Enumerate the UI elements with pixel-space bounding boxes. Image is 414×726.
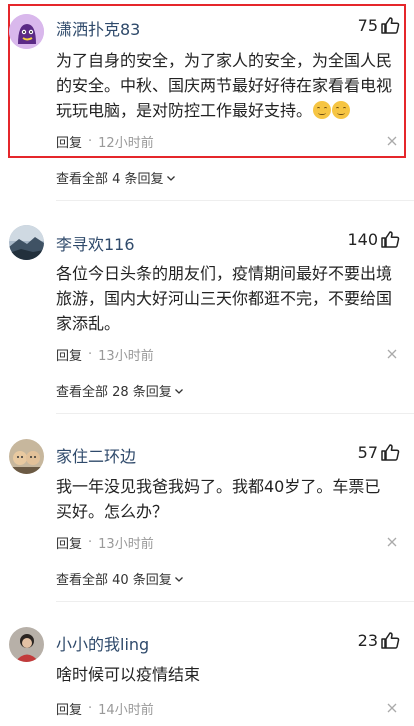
comment-text: 我一年没见我爸我妈了。我都40岁了。车票已买好。怎么办？ xyxy=(56,477,381,521)
like-button[interactable]: 140 xyxy=(347,229,400,249)
timestamp: 13小时前 xyxy=(98,349,154,364)
avatar[interactable] xyxy=(9,439,44,474)
separator-dot: · xyxy=(88,701,93,716)
view-all-label: 查看全部 40 条回复 xyxy=(56,573,172,588)
view-all-replies[interactable]: 查看全部 40 条回复 xyxy=(56,569,184,588)
like-button[interactable]: 75 xyxy=(358,15,400,35)
thumbs-up-icon xyxy=(381,444,400,461)
username[interactable]: 家住二环边 xyxy=(56,443,136,467)
view-all-label: 查看全部 4 条回复 xyxy=(56,172,164,187)
divider xyxy=(56,601,414,602)
username[interactable]: 潇洒扑克83 xyxy=(56,16,140,40)
chevron-down-icon xyxy=(166,175,175,181)
timestamp: 12小时前 xyxy=(98,136,154,151)
avatar[interactable] xyxy=(9,627,44,662)
reply-button[interactable]: 回复 xyxy=(56,533,82,552)
username[interactable]: 小小的我ling xyxy=(56,631,149,655)
avatar[interactable] xyxy=(9,14,44,49)
comment-text: 啥时候可以疫情结束 xyxy=(56,665,201,684)
comment-text: 各位今日头条的朋友们，疫情期间最好不要出境旅游，国内大好河山三天你都逛不完，不要… xyxy=(56,264,393,333)
close-icon[interactable] xyxy=(386,348,398,360)
like-count: 23 xyxy=(357,630,378,650)
smile-emoji-icon xyxy=(332,101,351,119)
avatar-cartoon-icon xyxy=(9,14,44,49)
chevron-down-icon xyxy=(174,576,183,582)
close-icon[interactable] xyxy=(386,135,398,147)
separator-dot: · xyxy=(88,347,93,362)
avatar-landscape-icon xyxy=(9,225,44,260)
avatar[interactable] xyxy=(9,225,44,260)
comment-text: 为了自身的安全，为了家人的安全，为全国人民的安全。中秋、国庆两节最好好待在家看看… xyxy=(56,48,396,123)
comment-meta: 回复 · 12小时前 xyxy=(56,132,154,151)
like-count: 75 xyxy=(357,15,378,35)
view-all-replies[interactable]: 查看全部 28 条回复 xyxy=(56,381,184,400)
comment-meta: 回复 · 13小时前 xyxy=(56,345,154,364)
thumbs-up-icon xyxy=(381,17,400,34)
view-all-label: 查看全部 28 条回复 xyxy=(56,385,172,400)
timestamp: 14小时前 xyxy=(98,703,154,718)
like-button[interactable]: 23 xyxy=(358,630,400,650)
close-icon[interactable] xyxy=(386,536,398,548)
thumbs-up-icon xyxy=(381,231,400,248)
reply-button[interactable]: 回复 xyxy=(56,132,82,151)
reply-button[interactable]: 回复 xyxy=(56,699,82,718)
chevron-down-icon xyxy=(174,388,183,394)
comment-meta: 回复 · 13小时前 xyxy=(56,533,154,552)
username[interactable]: 李寻欢116 xyxy=(56,231,135,255)
like-count: 57 xyxy=(357,442,378,462)
avatar-photo-icon xyxy=(9,627,44,662)
reply-button[interactable]: 回复 xyxy=(56,345,82,364)
divider xyxy=(56,413,414,414)
close-icon[interactable] xyxy=(386,702,398,714)
comment-meta: 回复 · 14小时前 xyxy=(56,699,154,718)
like-count: 140 xyxy=(347,229,378,249)
timestamp: 13小时前 xyxy=(98,537,154,552)
smile-emoji-icon xyxy=(313,101,332,119)
separator-dot: · xyxy=(88,535,93,550)
thumbs-up-icon xyxy=(381,632,400,649)
separator-dot: · xyxy=(88,134,93,149)
divider xyxy=(56,200,414,201)
view-all-replies[interactable]: 查看全部 4 条回复 xyxy=(56,168,176,187)
like-button[interactable]: 57 xyxy=(358,442,400,462)
avatar-photo-icon xyxy=(9,439,44,474)
